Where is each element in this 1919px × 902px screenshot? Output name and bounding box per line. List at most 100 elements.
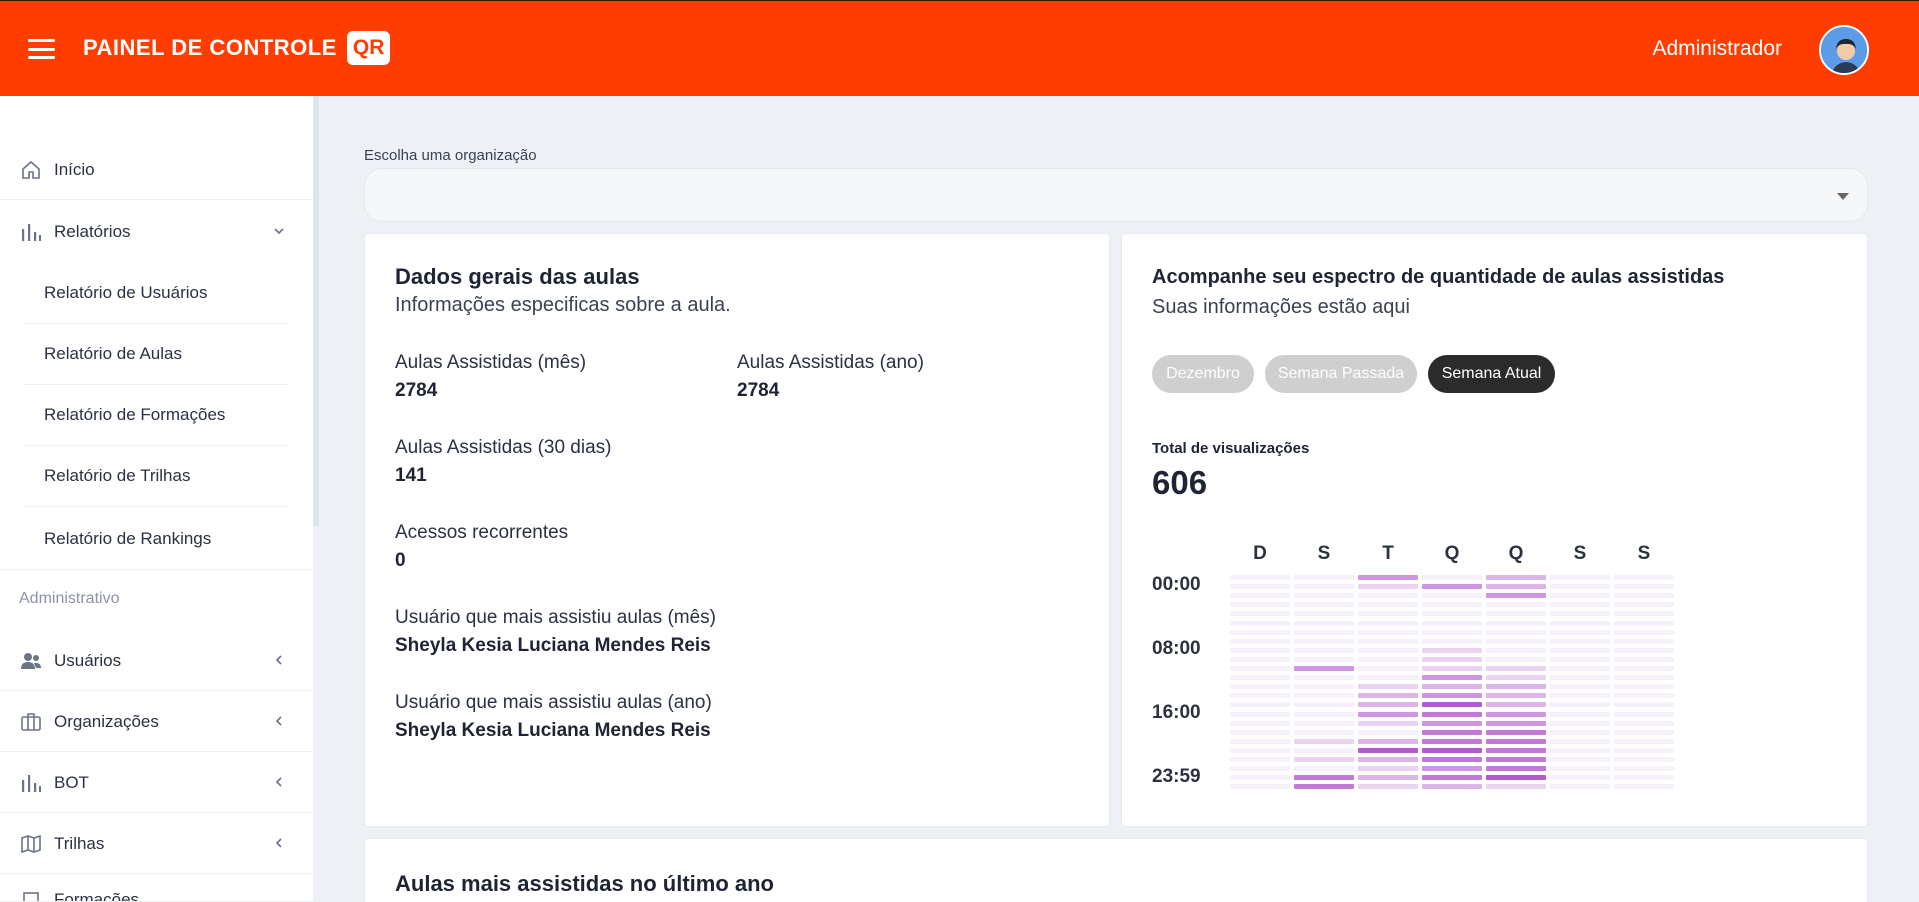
sidebar-item-relatorios[interactable]: Relatórios — [0, 202, 313, 262]
heatmap-cell — [1358, 638, 1418, 644]
heatmap-cell — [1614, 638, 1674, 644]
avatar-icon — [1821, 27, 1867, 73]
heatmap-cell — [1614, 620, 1674, 626]
heatmap-cell — [1422, 766, 1482, 772]
heatmap-cell — [1422, 638, 1482, 644]
home-icon — [20, 159, 42, 181]
heatmap-cell — [1422, 775, 1482, 781]
heatmap-cell — [1614, 711, 1674, 717]
heatmap-cell — [1358, 729, 1418, 735]
sidebar-subitem-relatorio-usuarios[interactable]: Relatório de Usuários — [24, 263, 289, 324]
card-title: Dados gerais das aulas — [395, 264, 640, 289]
sidebar-section-administrativo: Administrativo — [19, 590, 120, 607]
heatmap-cell — [1614, 702, 1674, 708]
stat-value: 2784 — [395, 380, 438, 401]
heatmap-cell — [1614, 729, 1674, 735]
sidebar-item-inicio[interactable]: Início — [0, 140, 313, 200]
sidebar-subitem-relatorio-formacoes[interactable]: Relatório de Formações — [24, 385, 289, 446]
bar-chart-icon — [20, 221, 42, 243]
sidebar-item-label: Usuários — [54, 650, 122, 670]
heatmap-cell — [1550, 584, 1610, 590]
heatmap-cell — [1358, 602, 1418, 608]
heatmap-cell — [1230, 784, 1290, 790]
sidebar-item-usuarios[interactable]: Usuários — [0, 631, 313, 691]
heatmap-cell — [1550, 747, 1610, 753]
heatmap-cell — [1294, 729, 1354, 735]
heatmap-cell — [1486, 656, 1546, 662]
brand-logo[interactable]: PAINEL DE CONTROLE QR — [83, 31, 391, 65]
heatmap-cell — [1358, 711, 1418, 717]
heatmap-cell — [1550, 766, 1610, 772]
card-subtitle: Informações especificas sobre a aula. — [395, 294, 731, 316]
user-name[interactable]: Administrador — [1652, 37, 1782, 61]
bar-chart-icon — [20, 772, 42, 794]
heatmap-cell — [1486, 638, 1546, 644]
heatmap-cell — [1422, 784, 1482, 790]
stat-label: Aulas Assistidas (mês) — [395, 352, 587, 373]
heatmap-cell — [1550, 629, 1610, 635]
heatmap-cell — [1422, 747, 1482, 753]
sidebar-subitem-label: Relatório de Usuários — [44, 283, 208, 302]
sidebar-item-bot[interactable]: BOT — [0, 753, 313, 813]
heatmap-cell — [1422, 575, 1482, 580]
heatmap-cell — [1294, 629, 1354, 635]
heatmap-cell — [1550, 575, 1610, 580]
heatmap-cell — [1230, 747, 1290, 753]
sidebar-item-organizacoes[interactable]: Organizações — [0, 692, 313, 752]
sidebar-subitem-relatorio-aulas[interactable]: Relatório de Aulas — [24, 324, 289, 385]
heatmap-cell — [1358, 629, 1418, 635]
heatmap-cell — [1294, 784, 1354, 790]
heatmap-cell — [1550, 684, 1610, 690]
heatmap-cell — [1486, 647, 1546, 653]
sidebar-item-trilhas[interactable]: Trilhas — [0, 814, 313, 874]
filter-semana-atual[interactable]: Semana Atual — [1428, 355, 1555, 393]
heatmap-cell — [1358, 675, 1418, 681]
heatmap-cell — [1422, 584, 1482, 590]
sidebar-subitem-label: Relatório de Trilhas — [44, 466, 191, 485]
stat-value: 2784 — [737, 380, 780, 401]
heatmap-cell — [1358, 702, 1418, 708]
sidebar-item-label: Formações — [54, 890, 140, 902]
heatmap-day-label: Q — [1444, 543, 1460, 564]
heatmap-cell — [1358, 593, 1418, 599]
heatmap-cell — [1230, 693, 1290, 699]
heatmap-cell — [1614, 784, 1674, 790]
heatmap-cell — [1614, 693, 1674, 699]
heatmap-cell — [1294, 747, 1354, 753]
heatmap-cell — [1358, 656, 1418, 662]
heatmap-cell — [1486, 738, 1546, 744]
heatmap-cell — [1294, 656, 1354, 662]
heatmap-cell — [1486, 784, 1546, 790]
avatar[interactable] — [1819, 25, 1869, 75]
filter-semana-passada[interactable]: Semana Passada — [1265, 355, 1417, 393]
heatmap-cell — [1486, 693, 1546, 699]
heatmap-cell — [1486, 666, 1546, 671]
general-data-card: Dados gerais das aulas Informações espec… — [364, 233, 1110, 827]
heatmap-cell — [1358, 611, 1418, 617]
sidebar-scrollbar[interactable] — [313, 96, 319, 526]
heatmap-cell — [1422, 593, 1482, 599]
heatmap-cell — [1230, 729, 1290, 735]
filter-dezembro[interactable]: Dezembro — [1152, 355, 1254, 393]
heatmap-cell — [1422, 666, 1482, 671]
heatmap-cell — [1358, 584, 1418, 590]
org-select[interactable] — [364, 168, 1868, 222]
heatmap-cell — [1422, 684, 1482, 690]
heatmap-cell — [1230, 766, 1290, 772]
heatmap-cell — [1486, 629, 1546, 635]
heatmap-cell — [1550, 620, 1610, 626]
hamburger-menu-icon[interactable] — [28, 39, 55, 59]
heatmap-cell — [1486, 620, 1546, 626]
stat-value: 141 — [395, 465, 427, 486]
sidebar-item-formacoes[interactable]: Formações — [0, 875, 313, 902]
sidebar-subitem-relatorio-rankings[interactable]: Relatório de Rankings — [24, 508, 289, 569]
heatmap-cell — [1614, 647, 1674, 653]
sidebar-item-label: Trilhas — [54, 833, 105, 853]
heatmap-cell — [1614, 738, 1674, 744]
heatmap-cell — [1294, 693, 1354, 699]
sidebar-subitem-relatorio-trilhas[interactable]: Relatório de Trilhas — [24, 446, 289, 507]
heatmap-cell — [1550, 638, 1610, 644]
heatmap-cell — [1486, 684, 1546, 690]
heatmap-cell — [1294, 666, 1354, 671]
heatmap-cell — [1422, 729, 1482, 735]
